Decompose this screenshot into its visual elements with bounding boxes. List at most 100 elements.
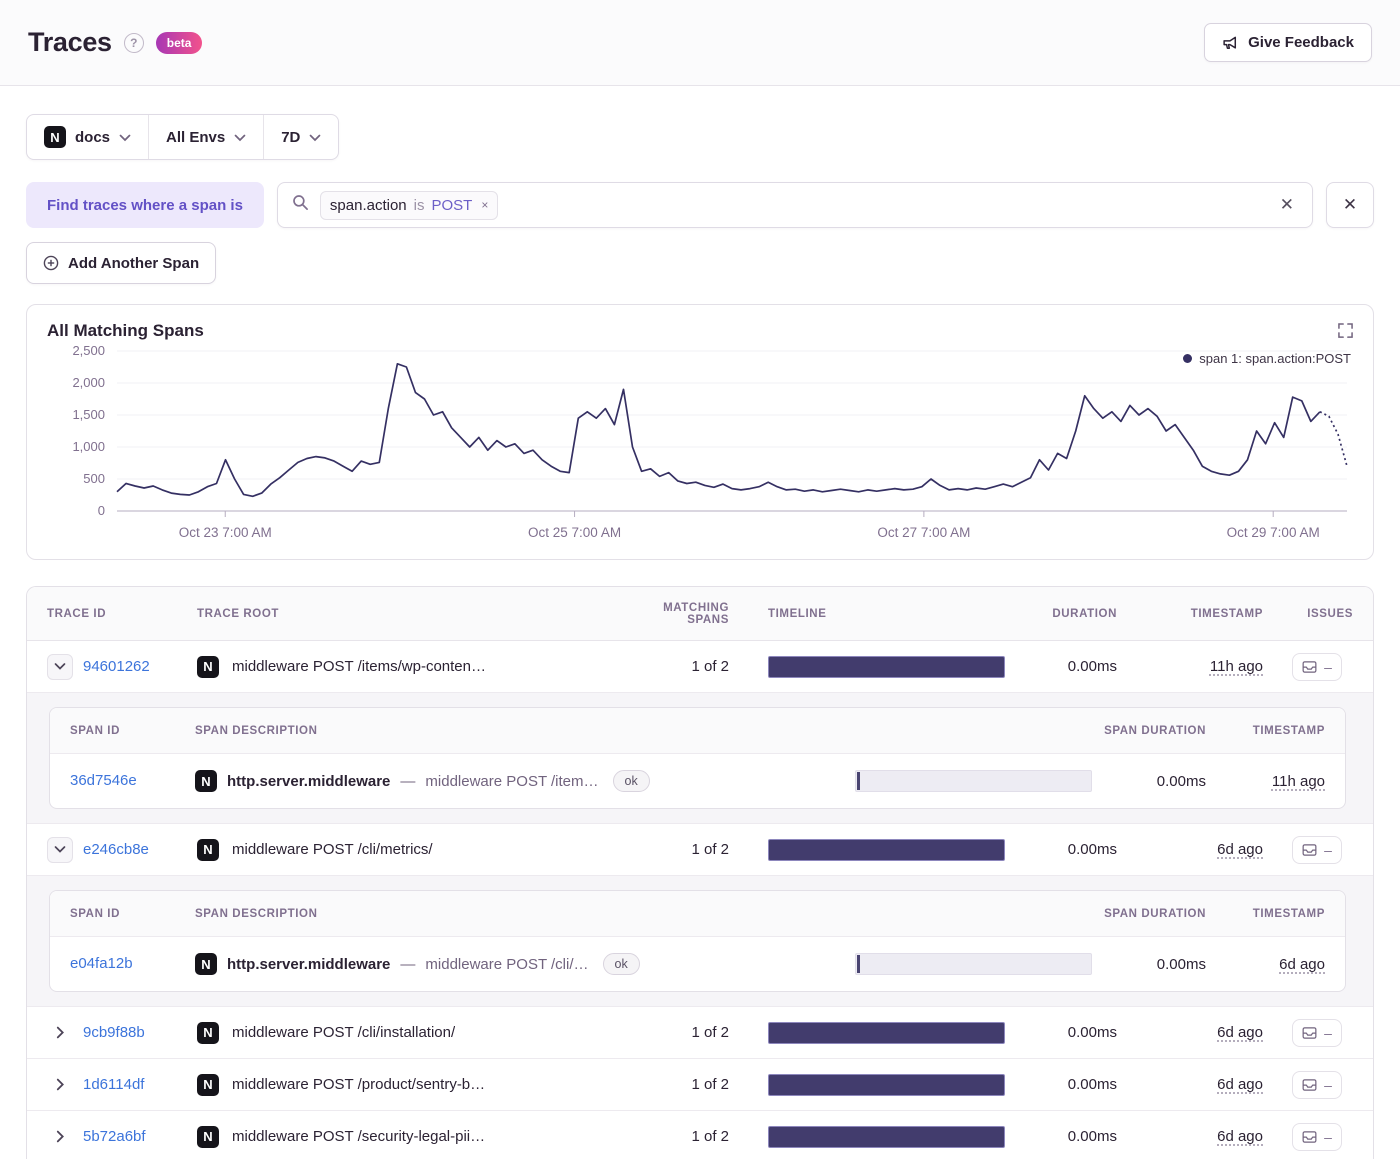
svg-text:2,500: 2,500 <box>72 343 105 358</box>
issues-button[interactable]: – <box>1292 1122 1342 1151</box>
filter-token[interactable]: span.action is POST × <box>319 190 499 220</box>
duration-value: 0.00ms <box>1067 1076 1117 1093</box>
timeline-bar[interactable] <box>768 838 1005 861</box>
chart-legend[interactable]: span 1: span.action:POST <box>1183 351 1351 366</box>
status-badge: ok <box>602 953 640 975</box>
span-timestamp-value[interactable]: 6d ago <box>1279 956 1325 973</box>
token-remove-icon[interactable]: × <box>479 198 488 212</box>
trace-id-link[interactable]: 5b72a6bf <box>83 1128 146 1145</box>
span-id-link[interactable]: e04fa12b <box>70 955 133 972</box>
trace-id-link[interactable]: 9cb9f88b <box>83 1024 145 1041</box>
issues-button[interactable]: – <box>1292 652 1342 681</box>
table-row[interactable]: 5b72a6bf N middleware POST /security-leg… <box>27 1111 1373 1159</box>
span-timeline-bar[interactable] <box>855 953 1092 975</box>
trace-root-text: middleware POST /items/wp-conten… <box>232 658 486 675</box>
table-header-row: TRACE ID TRACE ROOT MATCHING SPANS TIMEL… <box>27 587 1373 641</box>
issues-button[interactable]: – <box>1292 1018 1342 1047</box>
date-range-selector[interactable]: 7D <box>263 115 338 159</box>
trace-root-text: middleware POST /product/sentry-b… <box>232 1076 486 1093</box>
trace-id-link[interactable]: 1d6114df <box>83 1076 144 1093</box>
header-span-description: SPAN DESCRIPTION <box>195 724 318 737</box>
duration-value: 0.00ms <box>1067 1024 1117 1041</box>
nextjs-logo-icon: N <box>44 126 66 148</box>
chevron-down-icon[interactable] <box>47 836 73 863</box>
matching-spans-value: 1 of 2 <box>691 841 729 858</box>
chevron-right-icon[interactable] <box>47 1078 73 1091</box>
span-row[interactable]: 36d7546e N http.server.middleware — midd… <box>50 754 1345 808</box>
issues-button[interactable]: – <box>1292 835 1342 864</box>
svg-text:Oct 25 7:00 AM: Oct 25 7:00 AM <box>528 525 621 540</box>
timeline-bar[interactable] <box>768 1125 1005 1148</box>
issues-empty-dash: – <box>1324 658 1332 675</box>
timestamp-value[interactable]: 6d ago <box>1217 1128 1263 1145</box>
add-another-span-button[interactable]: Add Another Span <box>26 242 217 284</box>
inbox-icon <box>1302 660 1317 673</box>
spans-chart: 0 500 1,000 1,500 2,000 2,500 Oct 23 7:00 AM Oc… <box>72 343 1348 540</box>
nextjs-logo-icon: N <box>197 1021 219 1044</box>
issues-button[interactable]: – <box>1292 1070 1342 1099</box>
header-span-duration: SPAN DURATION <box>1104 724 1206 737</box>
timeline-bar[interactable] <box>768 655 1005 678</box>
date-range-value: 7D <box>281 128 301 146</box>
header-timestamp: TIMESTAMP <box>1190 607 1263 620</box>
nextjs-logo-icon: N <box>195 953 217 975</box>
svg-text:500: 500 <box>83 471 105 486</box>
header-span-id: SPAN ID <box>70 907 120 920</box>
expanded-span-section: SPAN ID SPAN DESCRIPTION SPAN DURATION T… <box>27 876 1373 1007</box>
chevron-right-icon[interactable] <box>47 1130 73 1143</box>
inbox-icon <box>1302 843 1317 856</box>
span-search-input[interactable]: span.action is POST × ✕ <box>276 182 1313 228</box>
table-row[interactable]: 1d6114df N middleware POST /product/sent… <box>27 1059 1373 1111</box>
span-id-link[interactable]: 36d7546e <box>70 772 137 789</box>
trace-id-link[interactable]: 94601262 <box>83 658 150 675</box>
span-description: middleware POST /item… <box>425 772 599 790</box>
timestamp-value[interactable]: 11h ago <box>1210 658 1263 675</box>
header-trace-id: TRACE ID <box>47 607 107 620</box>
inbox-icon <box>1302 1130 1317 1143</box>
expand-chart-icon[interactable] <box>1338 323 1353 343</box>
chevron-down-icon[interactable] <box>47 653 73 680</box>
span-timestamp-value[interactable]: 11h ago <box>1272 773 1325 790</box>
trace-root-text: middleware POST /cli/metrics/ <box>232 841 433 858</box>
span-table-header: SPAN ID SPAN DESCRIPTION SPAN DURATION T… <box>50 891 1345 937</box>
environment-name: All Envs <box>166 128 226 146</box>
svg-text:Oct 29 7:00 AM: Oct 29 7:00 AM <box>1227 525 1320 540</box>
span-row[interactable]: e04fa12b N http.server.middleware — midd… <box>50 937 1345 991</box>
svg-text:Oct 23 7:00 AM: Oct 23 7:00 AM <box>179 525 272 540</box>
span-duration-value: 0.00ms <box>1156 772 1206 790</box>
nextjs-logo-icon: N <box>197 1125 219 1148</box>
svg-text:2,000: 2,000 <box>72 375 105 390</box>
project-selector[interactable]: N docs <box>27 115 148 159</box>
table-row[interactable]: 94601262 N middleware POST /items/wp-con… <box>27 641 1373 693</box>
chevron-down-icon <box>119 129 131 146</box>
trace-id-link[interactable]: e246cb8e <box>83 841 149 858</box>
help-icon[interactable]: ? <box>123 32 144 53</box>
expanded-span-section: SPAN ID SPAN DESCRIPTION SPAN DURATION T… <box>27 693 1373 824</box>
table-row[interactable]: 9cb9f88b N middleware POST /cli/installa… <box>27 1007 1373 1059</box>
chevron-down-icon <box>309 129 321 146</box>
timeline-bar[interactable] <box>768 1073 1005 1096</box>
give-feedback-button[interactable]: Give Feedback <box>1204 23 1372 62</box>
remove-span-query-button[interactable]: ✕ <box>1326 182 1374 228</box>
status-badge: ok <box>612 770 650 792</box>
filter-bar: N docs All Envs 7D <box>26 114 340 160</box>
environment-selector[interactable]: All Envs <box>148 115 263 159</box>
header-span-timestamp: TIMESTAMP <box>1252 724 1325 737</box>
chart-title: All Matching Spans <box>47 321 204 340</box>
table-row[interactable]: e246cb8e N middleware POST /cli/metrics/… <box>27 824 1373 876</box>
issues-empty-dash: – <box>1324 1076 1332 1093</box>
nextjs-logo-icon: N <box>197 655 219 678</box>
timestamp-value[interactable]: 6d ago <box>1217 1024 1263 1041</box>
timestamp-value[interactable]: 6d ago <box>1217 1076 1263 1093</box>
timestamp-value[interactable]: 6d ago <box>1217 841 1263 858</box>
chevron-right-icon[interactable] <box>47 1026 73 1039</box>
span-timeline-bar[interactable] <box>855 770 1092 792</box>
inbox-icon <box>1302 1026 1317 1039</box>
token-key: span.action <box>329 196 407 214</box>
nextjs-logo-icon: N <box>197 838 219 861</box>
clear-search-icon[interactable]: ✕ <box>1276 191 1298 219</box>
timeline-bar[interactable] <box>768 1021 1005 1044</box>
beta-badge: beta <box>155 31 203 54</box>
issues-empty-dash: – <box>1324 1128 1332 1145</box>
legend-label: span 1: span.action:POST <box>1199 351 1351 366</box>
